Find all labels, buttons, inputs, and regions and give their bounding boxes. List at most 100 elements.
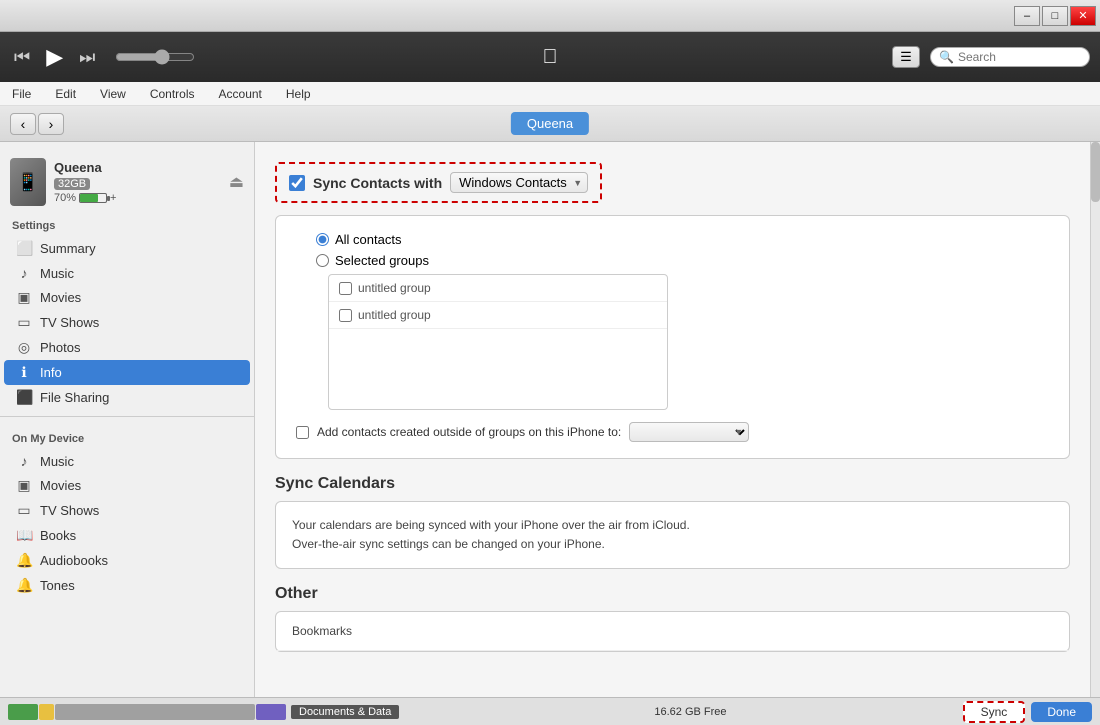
next-button[interactable]: ⏭ xyxy=(75,43,99,72)
selected-groups-radio[interactable] xyxy=(316,254,329,267)
add-contacts-checkbox[interactable] xyxy=(296,426,309,439)
menu-file[interactable]: File xyxy=(8,85,35,103)
music-icon: ♪ xyxy=(16,265,32,281)
menu-edit[interactable]: Edit xyxy=(51,85,80,103)
all-contacts-radio[interactable] xyxy=(316,233,329,246)
groups-list: untitled group untitled group xyxy=(328,274,668,410)
minimize-button[interactable]: – xyxy=(1014,6,1040,26)
menu-controls[interactable]: Controls xyxy=(146,85,199,103)
tvshows-icon: ▭ xyxy=(16,314,32,331)
list-view-button[interactable]: ☰ xyxy=(892,46,920,68)
sidebar-item-device-music[interactable]: ♪ Music xyxy=(4,449,250,473)
battery-fill xyxy=(80,194,98,202)
sidebar-item-summary[interactable]: ⬜ Summary xyxy=(4,236,250,261)
sidebar-divider xyxy=(0,416,254,417)
menu-bar: File Edit View Controls Account Help xyxy=(0,82,1100,106)
device-name: Queena xyxy=(54,160,221,175)
sidebar-item-device-tvshows[interactable]: ▭ TV Shows xyxy=(4,498,250,523)
back-button[interactable]: ‹ xyxy=(10,113,36,135)
device-section: 📱 Queena 32GB 70% + ⏏ xyxy=(0,150,254,210)
info-icon: ℹ xyxy=(16,364,32,381)
other-section: Other Bookmarks xyxy=(275,585,1070,652)
selected-groups-label: Selected groups xyxy=(335,253,429,268)
sidebar-item-device-books[interactable]: 📖 Books xyxy=(4,523,250,548)
summary-icon: ⬜ xyxy=(16,240,32,257)
windows-contacts-select[interactable]: Windows Contacts xyxy=(450,172,588,193)
sidebar-label-summary: Summary xyxy=(40,241,96,256)
sync-button[interactable]: Sync xyxy=(963,701,1026,723)
sidebar-item-device-audiobooks[interactable]: 🔔 Audiobooks xyxy=(4,548,250,573)
forward-button[interactable]: › xyxy=(38,113,64,135)
selected-groups-row: Selected groups xyxy=(316,253,1049,268)
device-music-icon: ♪ xyxy=(16,453,32,469)
sidebar-item-device-movies[interactable]: ▣ Movies xyxy=(4,473,250,498)
ondevice-section-label: On My Device xyxy=(0,423,254,449)
filesharing-icon: ⬛ xyxy=(16,389,32,406)
empty-groups-area xyxy=(329,329,667,409)
group-checkbox-2[interactable] xyxy=(339,309,352,322)
sidebar-label-filesharing: File Sharing xyxy=(40,390,109,405)
nav-bar: ‹ › Queena xyxy=(0,106,1100,142)
done-button[interactable]: Done xyxy=(1031,702,1092,722)
sidebar-item-tvshows[interactable]: ▭ TV Shows xyxy=(4,310,250,335)
all-contacts-row: All contacts xyxy=(316,232,1049,247)
search-icon: 🔍 xyxy=(939,50,954,64)
device-button[interactable]: Queena xyxy=(511,112,589,135)
sidebar-item-filesharing[interactable]: ⬛ File Sharing xyxy=(4,385,250,410)
sidebar-label-device-tvshows: TV Shows xyxy=(40,503,99,518)
sidebar-item-info[interactable]: ℹ Info xyxy=(4,360,250,385)
contact-radio-group: All contacts Selected groups xyxy=(296,232,1049,268)
play-button[interactable]: ▶ xyxy=(42,40,67,74)
device-tvshows-icon: ▭ xyxy=(16,502,32,519)
device-battery: 70% + xyxy=(54,192,221,204)
transport-bar: ⏮ ▶ ⏭  ☰ 🔍 xyxy=(0,32,1100,82)
content-area: Sync Contacts with Windows Contacts All … xyxy=(255,142,1090,697)
device-books-icon: 📖 xyxy=(16,527,32,544)
main-layout: 📱 Queena 32GB 70% + ⏏ Settings ⬜ Su xyxy=(0,142,1100,697)
list-icon: ☰ xyxy=(900,49,912,65)
sidebar-label-info: Info xyxy=(40,365,62,380)
add-contacts-select-wrapper xyxy=(629,422,749,442)
sync-calendars-section: Sync Calendars Your calendars are being … xyxy=(275,475,1070,569)
group-label-2: untitled group xyxy=(358,308,431,322)
device-capacity: 32GB xyxy=(54,178,90,190)
maximize-button[interactable]: □ xyxy=(1042,6,1068,26)
sync-contacts-checkbox[interactable] xyxy=(289,175,305,191)
add-contacts-select[interactable] xyxy=(629,422,749,442)
group-item-1: untitled group xyxy=(329,275,667,302)
sync-contacts-header: Sync Contacts with Windows Contacts xyxy=(275,162,602,203)
scrollbar-thumb[interactable] xyxy=(1091,142,1100,202)
prev-button[interactable]: ⏮ xyxy=(10,43,34,72)
sidebar-label-tvshows: TV Shows xyxy=(40,315,99,330)
storage-doc-label: Documents & Data xyxy=(291,705,399,719)
battery-bar xyxy=(79,193,107,203)
volume-slider[interactable] xyxy=(115,49,195,65)
storage-gray xyxy=(55,704,255,720)
close-button[interactable]: ✕ xyxy=(1070,6,1096,26)
sidebar-label-device-books: Books xyxy=(40,528,76,543)
device-info: Queena 32GB 70% + xyxy=(54,160,221,204)
battery-pct: 70% xyxy=(54,192,76,204)
sidebar-label-device-movies: Movies xyxy=(40,478,81,493)
right-scrollbar[interactable] xyxy=(1090,142,1100,697)
calendar-info-1: Your calendars are being synced with you… xyxy=(292,516,1053,535)
group-item-2: untitled group xyxy=(329,302,667,329)
windows-contacts-wrapper: Windows Contacts xyxy=(450,172,588,193)
group-checkbox-1[interactable] xyxy=(339,282,352,295)
search-input[interactable] xyxy=(958,50,1081,64)
sidebar-item-music[interactable]: ♪ Music xyxy=(4,261,250,285)
add-contacts-row: Add contacts created outside of groups o… xyxy=(296,422,1049,442)
add-contacts-label: Add contacts created outside of groups o… xyxy=(317,425,621,439)
sidebar-item-movies[interactable]: ▣ Movies xyxy=(4,285,250,310)
title-bar: – □ ✕ xyxy=(0,0,1100,32)
search-box: 🔍 xyxy=(930,47,1090,67)
window-controls: – □ ✕ xyxy=(1014,6,1096,26)
menu-account[interactable]: Account xyxy=(215,85,266,103)
sidebar-item-photos[interactable]: ◎ Photos xyxy=(4,335,250,360)
eject-icon[interactable]: ⏏ xyxy=(229,172,244,192)
sidebar-item-device-tones[interactable]: 🔔 Tones xyxy=(4,573,250,598)
menu-help[interactable]: Help xyxy=(282,85,315,103)
menu-view[interactable]: View xyxy=(96,85,130,103)
device-movies-icon: ▣ xyxy=(16,477,32,494)
sync-contacts-label: Sync Contacts with xyxy=(313,175,442,191)
